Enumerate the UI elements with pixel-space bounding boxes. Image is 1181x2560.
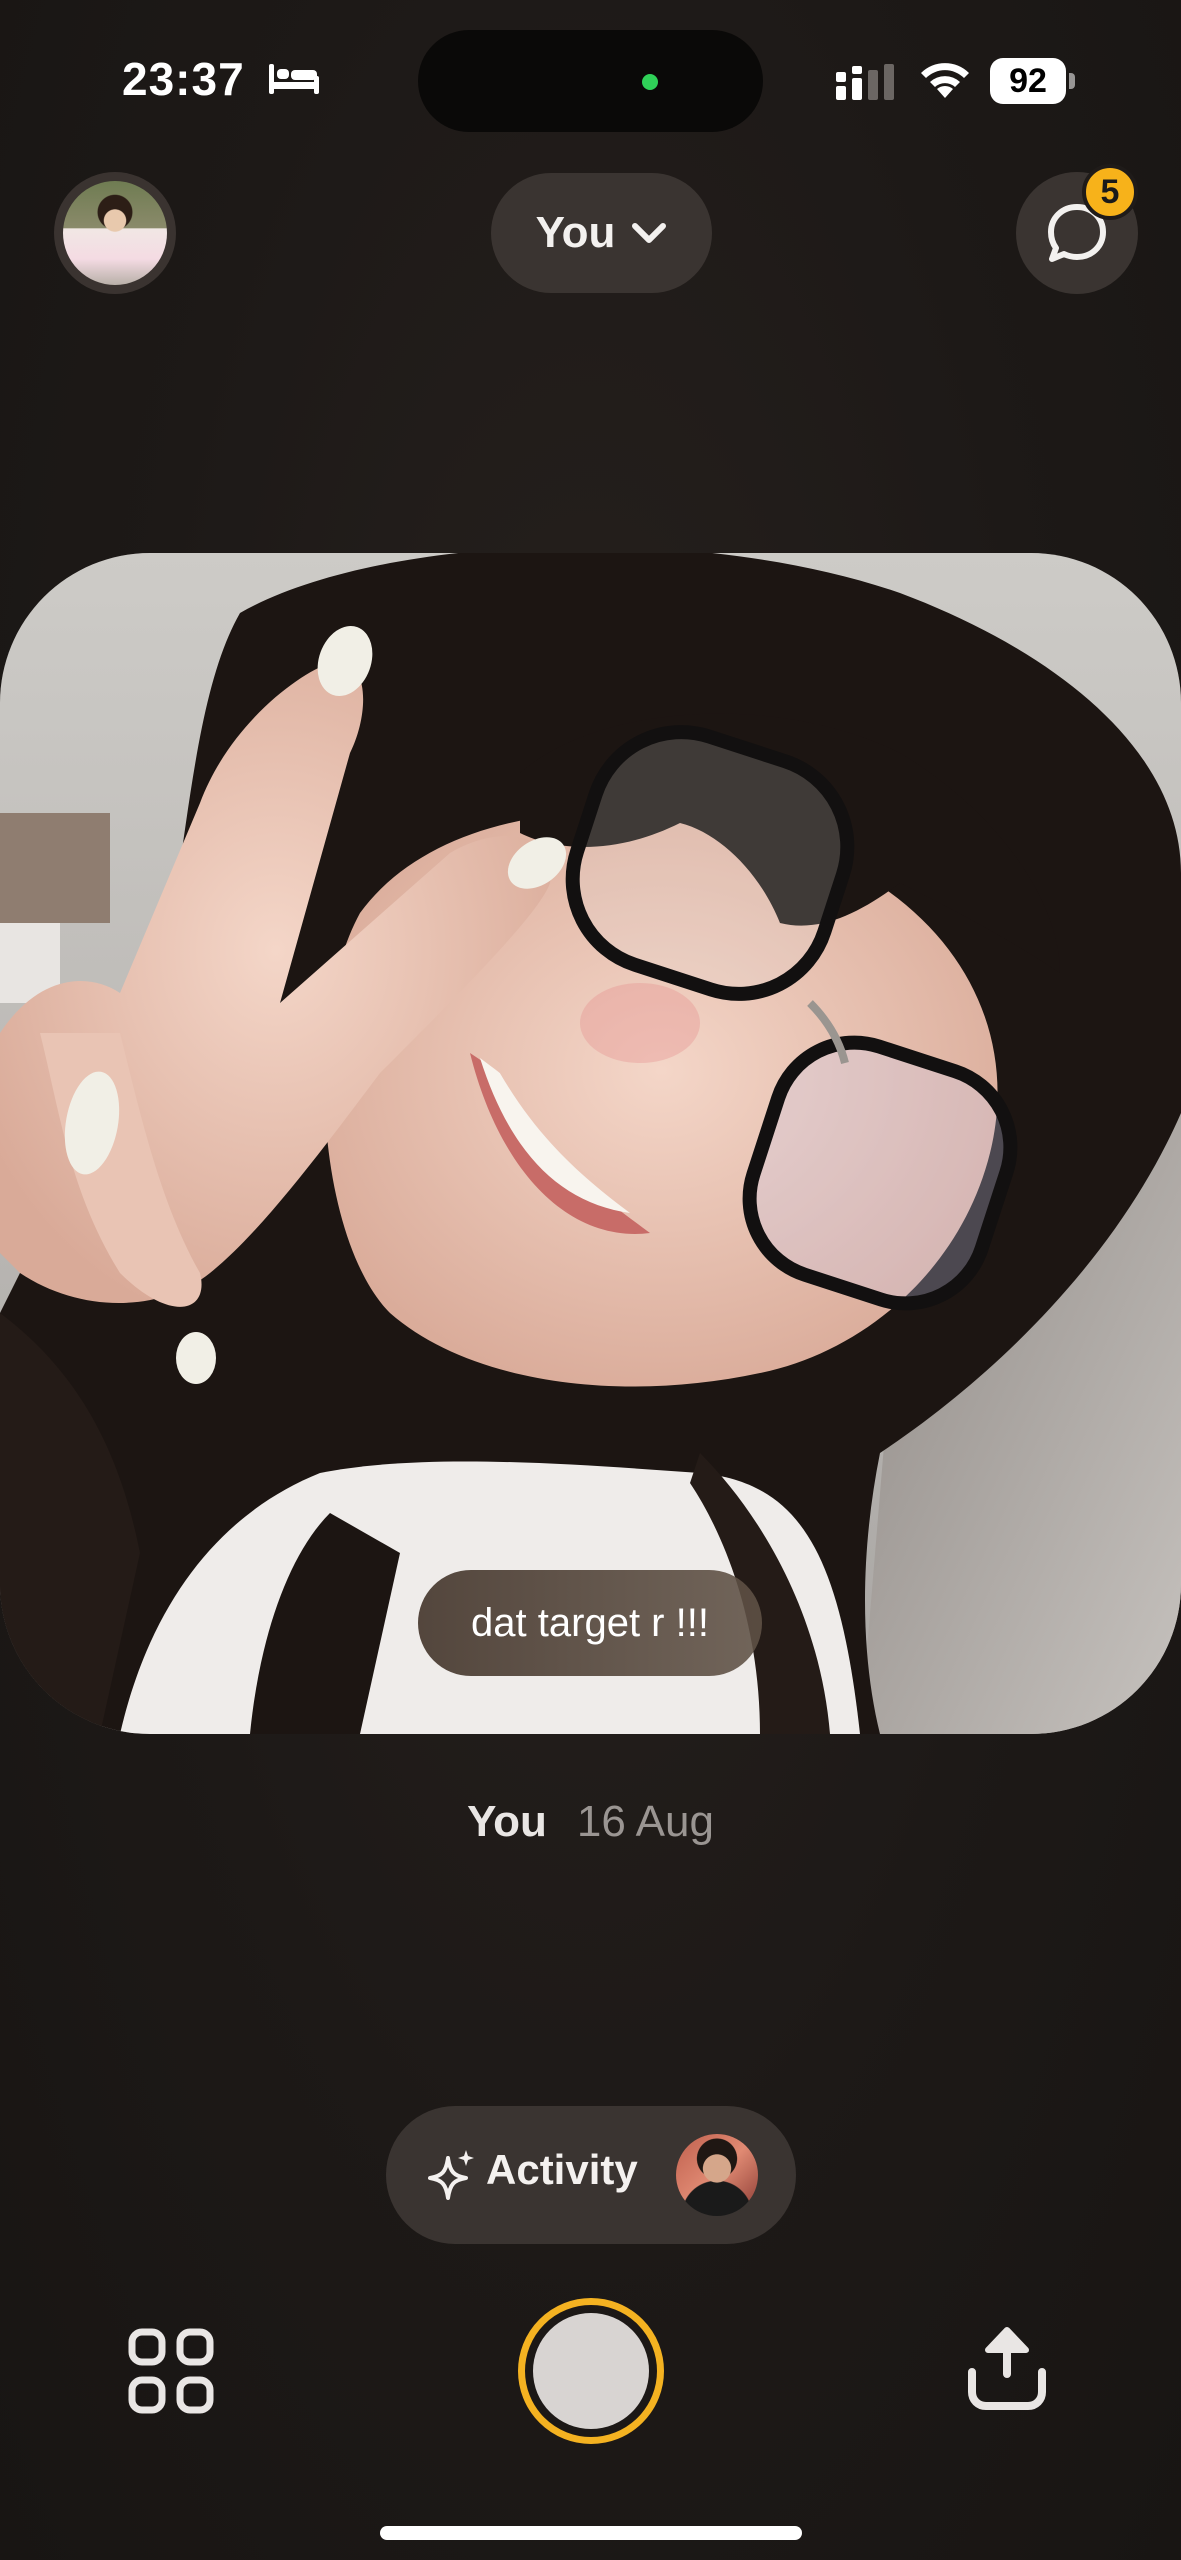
dynamic-island [418, 30, 763, 132]
capture-button[interactable] [518, 2298, 664, 2444]
sparkle-icon [428, 2150, 474, 2200]
status-time: 23:37 [122, 53, 245, 105]
camera-in-use-indicator [642, 74, 658, 90]
battery-tip [1069, 73, 1075, 89]
wifi-icon [921, 63, 969, 98]
activity-button[interactable]: Activity [386, 2106, 796, 2244]
bed-icon [269, 64, 319, 94]
profile-button[interactable] [54, 172, 176, 294]
profile-avatar [63, 181, 167, 285]
capture-button-inner [533, 2313, 649, 2429]
post-author: You [467, 1797, 547, 1846]
battery-icon: 92 [990, 58, 1076, 104]
activity-label: Activity [486, 2146, 638, 2193]
cellular-signal-icon [836, 64, 894, 100]
activity-viewer-avatar [676, 2134, 758, 2216]
friend-selector-label: You [535, 208, 616, 257]
messages-badge: 5 [1082, 164, 1138, 220]
chevron-down-icon [632, 223, 667, 243]
grid-icon[interactable] [126, 2326, 216, 2416]
post-date: 16 Aug [576, 1797, 714, 1846]
home-indicator[interactable] [380, 2526, 802, 2540]
photo-image [0, 553, 1181, 1734]
share-icon[interactable] [962, 2320, 1052, 2412]
locket-screen: 23:37 92 You 5 dat target r !!! You 16 A… [0, 0, 1181, 2560]
battery-level: 92 [990, 58, 1066, 104]
photo-card[interactable] [0, 553, 1181, 1734]
photo-caption: dat target r !!! [418, 1570, 762, 1676]
friend-selector[interactable]: You [491, 173, 712, 293]
post-meta: You 16 Aug [0, 1792, 1181, 1852]
